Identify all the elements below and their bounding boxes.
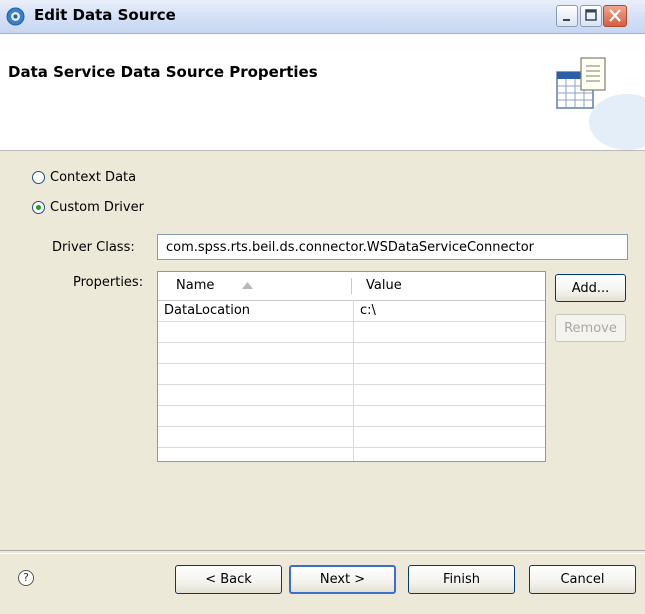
back-button[interactable]: < Back (175, 565, 282, 594)
minimize-icon (563, 19, 570, 21)
custom-driver-option[interactable]: Custom Driver (32, 200, 144, 215)
maximize-icon (585, 9, 597, 21)
table-row[interactable] (158, 448, 545, 461)
wizard-header: Data Service Data Source Properties (0, 34, 645, 151)
column-header-name[interactable]: Name (176, 278, 214, 293)
edit-data-source-dialog: Edit Data Source Data Service Data Sourc… (0, 0, 645, 614)
context-data-label: Context Data (50, 170, 137, 185)
remove-property-button[interactable]: Remove (555, 314, 626, 342)
finish-button[interactable]: Finish (408, 565, 515, 594)
app-icon (6, 7, 25, 26)
column-header-value[interactable]: Value (366, 278, 402, 293)
properties-label: Properties: (73, 275, 144, 290)
table-row[interactable] (158, 406, 545, 427)
table-body: DataLocation c:\ (158, 301, 545, 461)
cancel-button[interactable]: Cancel (529, 565, 636, 594)
help-icon[interactable]: ? (18, 570, 34, 586)
context-data-option[interactable]: Context Data (32, 170, 136, 185)
column-gridline (353, 300, 354, 461)
footer-separator (0, 550, 645, 554)
table-row[interactable] (158, 322, 545, 343)
table-row[interactable] (158, 343, 545, 364)
driver-class-label: Driver Class: (52, 240, 135, 255)
table-row[interactable] (158, 427, 545, 448)
next-button[interactable]: Next > (289, 565, 396, 594)
column-divider[interactable] (351, 278, 352, 294)
table-row[interactable]: DataLocation c:\ (158, 301, 545, 322)
driver-class-input[interactable] (157, 234, 628, 260)
title-bar[interactable]: Edit Data Source (0, 0, 645, 34)
context-data-radio[interactable] (32, 171, 45, 184)
custom-driver-radio[interactable] (32, 201, 45, 214)
minimize-button[interactable] (556, 5, 578, 27)
custom-driver-label: Custom Driver (50, 200, 144, 215)
cell-name[interactable]: DataLocation (164, 303, 250, 318)
page-title: Data Service Data Source Properties (8, 63, 318, 81)
sort-ascending-icon (242, 282, 253, 289)
add-property-button[interactable]: Add... (555, 274, 626, 302)
table-document-icon (556, 57, 645, 150)
properties-table[interactable]: Name Value DataLocation c:\ (157, 271, 546, 462)
radio-selected-dot (36, 205, 41, 210)
close-icon (609, 9, 621, 22)
table-row[interactable] (158, 364, 545, 385)
table-header: Name Value (158, 272, 545, 301)
cell-value[interactable]: c:\ (360, 303, 376, 318)
close-button[interactable] (603, 5, 627, 27)
window-title: Edit Data Source (34, 6, 176, 24)
table-row[interactable] (158, 385, 545, 406)
maximize-button[interactable] (580, 5, 602, 27)
